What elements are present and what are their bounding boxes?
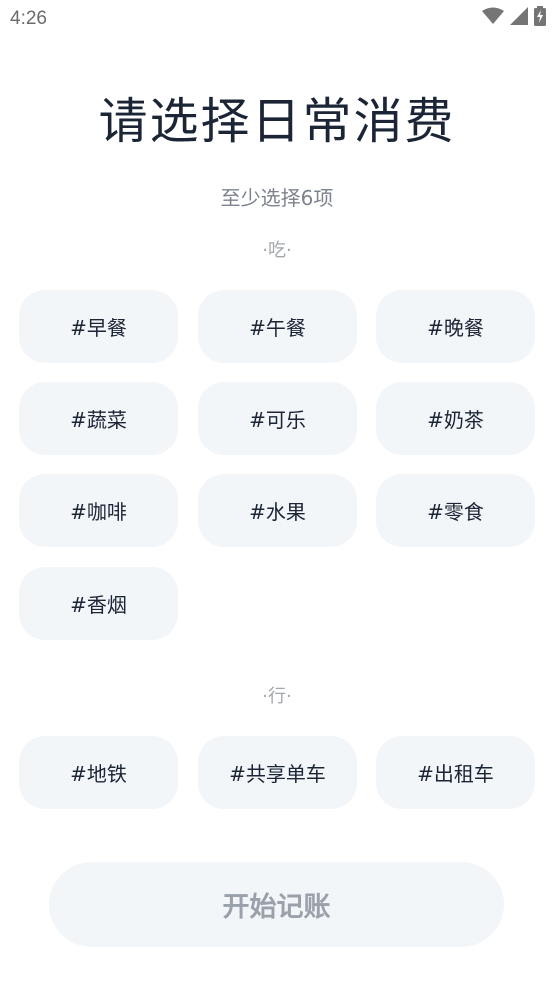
start-bookkeeping-button[interactable]: 开始记账 <box>49 862 504 947</box>
tag-vegetables[interactable]: #蔬菜 <box>19 382 178 455</box>
section-label-eat: ·吃· <box>262 240 292 261</box>
page-subtitle: 至少选择6项 <box>220 186 334 210</box>
tag-milk-tea[interactable]: #奶茶 <box>376 382 535 455</box>
tag-breakfast[interactable]: #早餐 <box>19 290 178 363</box>
status-time: 4:26 <box>10 8 47 29</box>
tag-subway[interactable]: #地铁 <box>19 736 178 809</box>
tag-snacks[interactable]: #零食 <box>376 474 535 547</box>
tag-dinner[interactable]: #晚餐 <box>376 290 535 363</box>
battery-charging-icon <box>534 6 546 30</box>
wifi-icon <box>482 7 504 29</box>
tag-fruit[interactable]: #水果 <box>198 474 357 547</box>
tag-taxi[interactable]: #出租车 <box>376 736 535 809</box>
signal-icon <box>510 7 528 29</box>
section-label-travel: ·行· <box>262 686 292 707</box>
tag-lunch[interactable]: #午餐 <box>198 290 357 363</box>
tag-cigarettes[interactable]: #香烟 <box>19 567 178 640</box>
tag-shared-bike[interactable]: #共享单车 <box>198 736 357 809</box>
status-bar: 4:26 <box>0 0 554 38</box>
tag-coffee[interactable]: #咖啡 <box>19 474 178 547</box>
status-icons <box>482 6 546 30</box>
page-title: 请选择日常消费 <box>98 93 456 150</box>
tag-cola[interactable]: #可乐 <box>198 382 357 455</box>
